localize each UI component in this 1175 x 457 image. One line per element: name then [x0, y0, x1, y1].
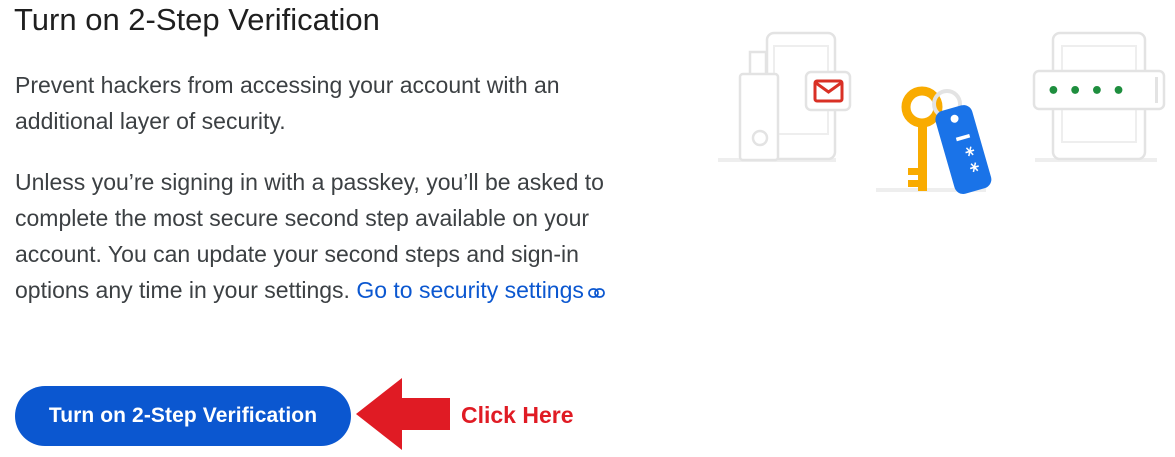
click-here-annotation: Click Here: [461, 402, 574, 428]
security-settings-link-label: Go to security settings: [356, 277, 584, 303]
page-title: Turn on 2-Step Verification: [14, 2, 380, 37]
security-settings-link[interactable]: Go to security settings: [356, 277, 605, 303]
prompt-dots: • • • •: [1046, 79, 1125, 104]
red-arrow-icon: [356, 378, 450, 450]
details-paragraph: Unless you’re signing in with a passkey,…: [15, 164, 635, 308]
password-tag-icon: I * *: [935, 105, 992, 194]
password-prompt-icon: • • • •: [1032, 31, 1166, 161]
security-illustration: I * * • • • •: [718, 31, 1166, 194]
intro-text: Prevent hackers from accessing your acco…: [15, 72, 560, 134]
link-icon: [587, 272, 605, 308]
turn-on-2sv-button[interactable]: Turn on 2-Step Verification: [15, 386, 351, 446]
mail-icon: [804, 70, 852, 112]
